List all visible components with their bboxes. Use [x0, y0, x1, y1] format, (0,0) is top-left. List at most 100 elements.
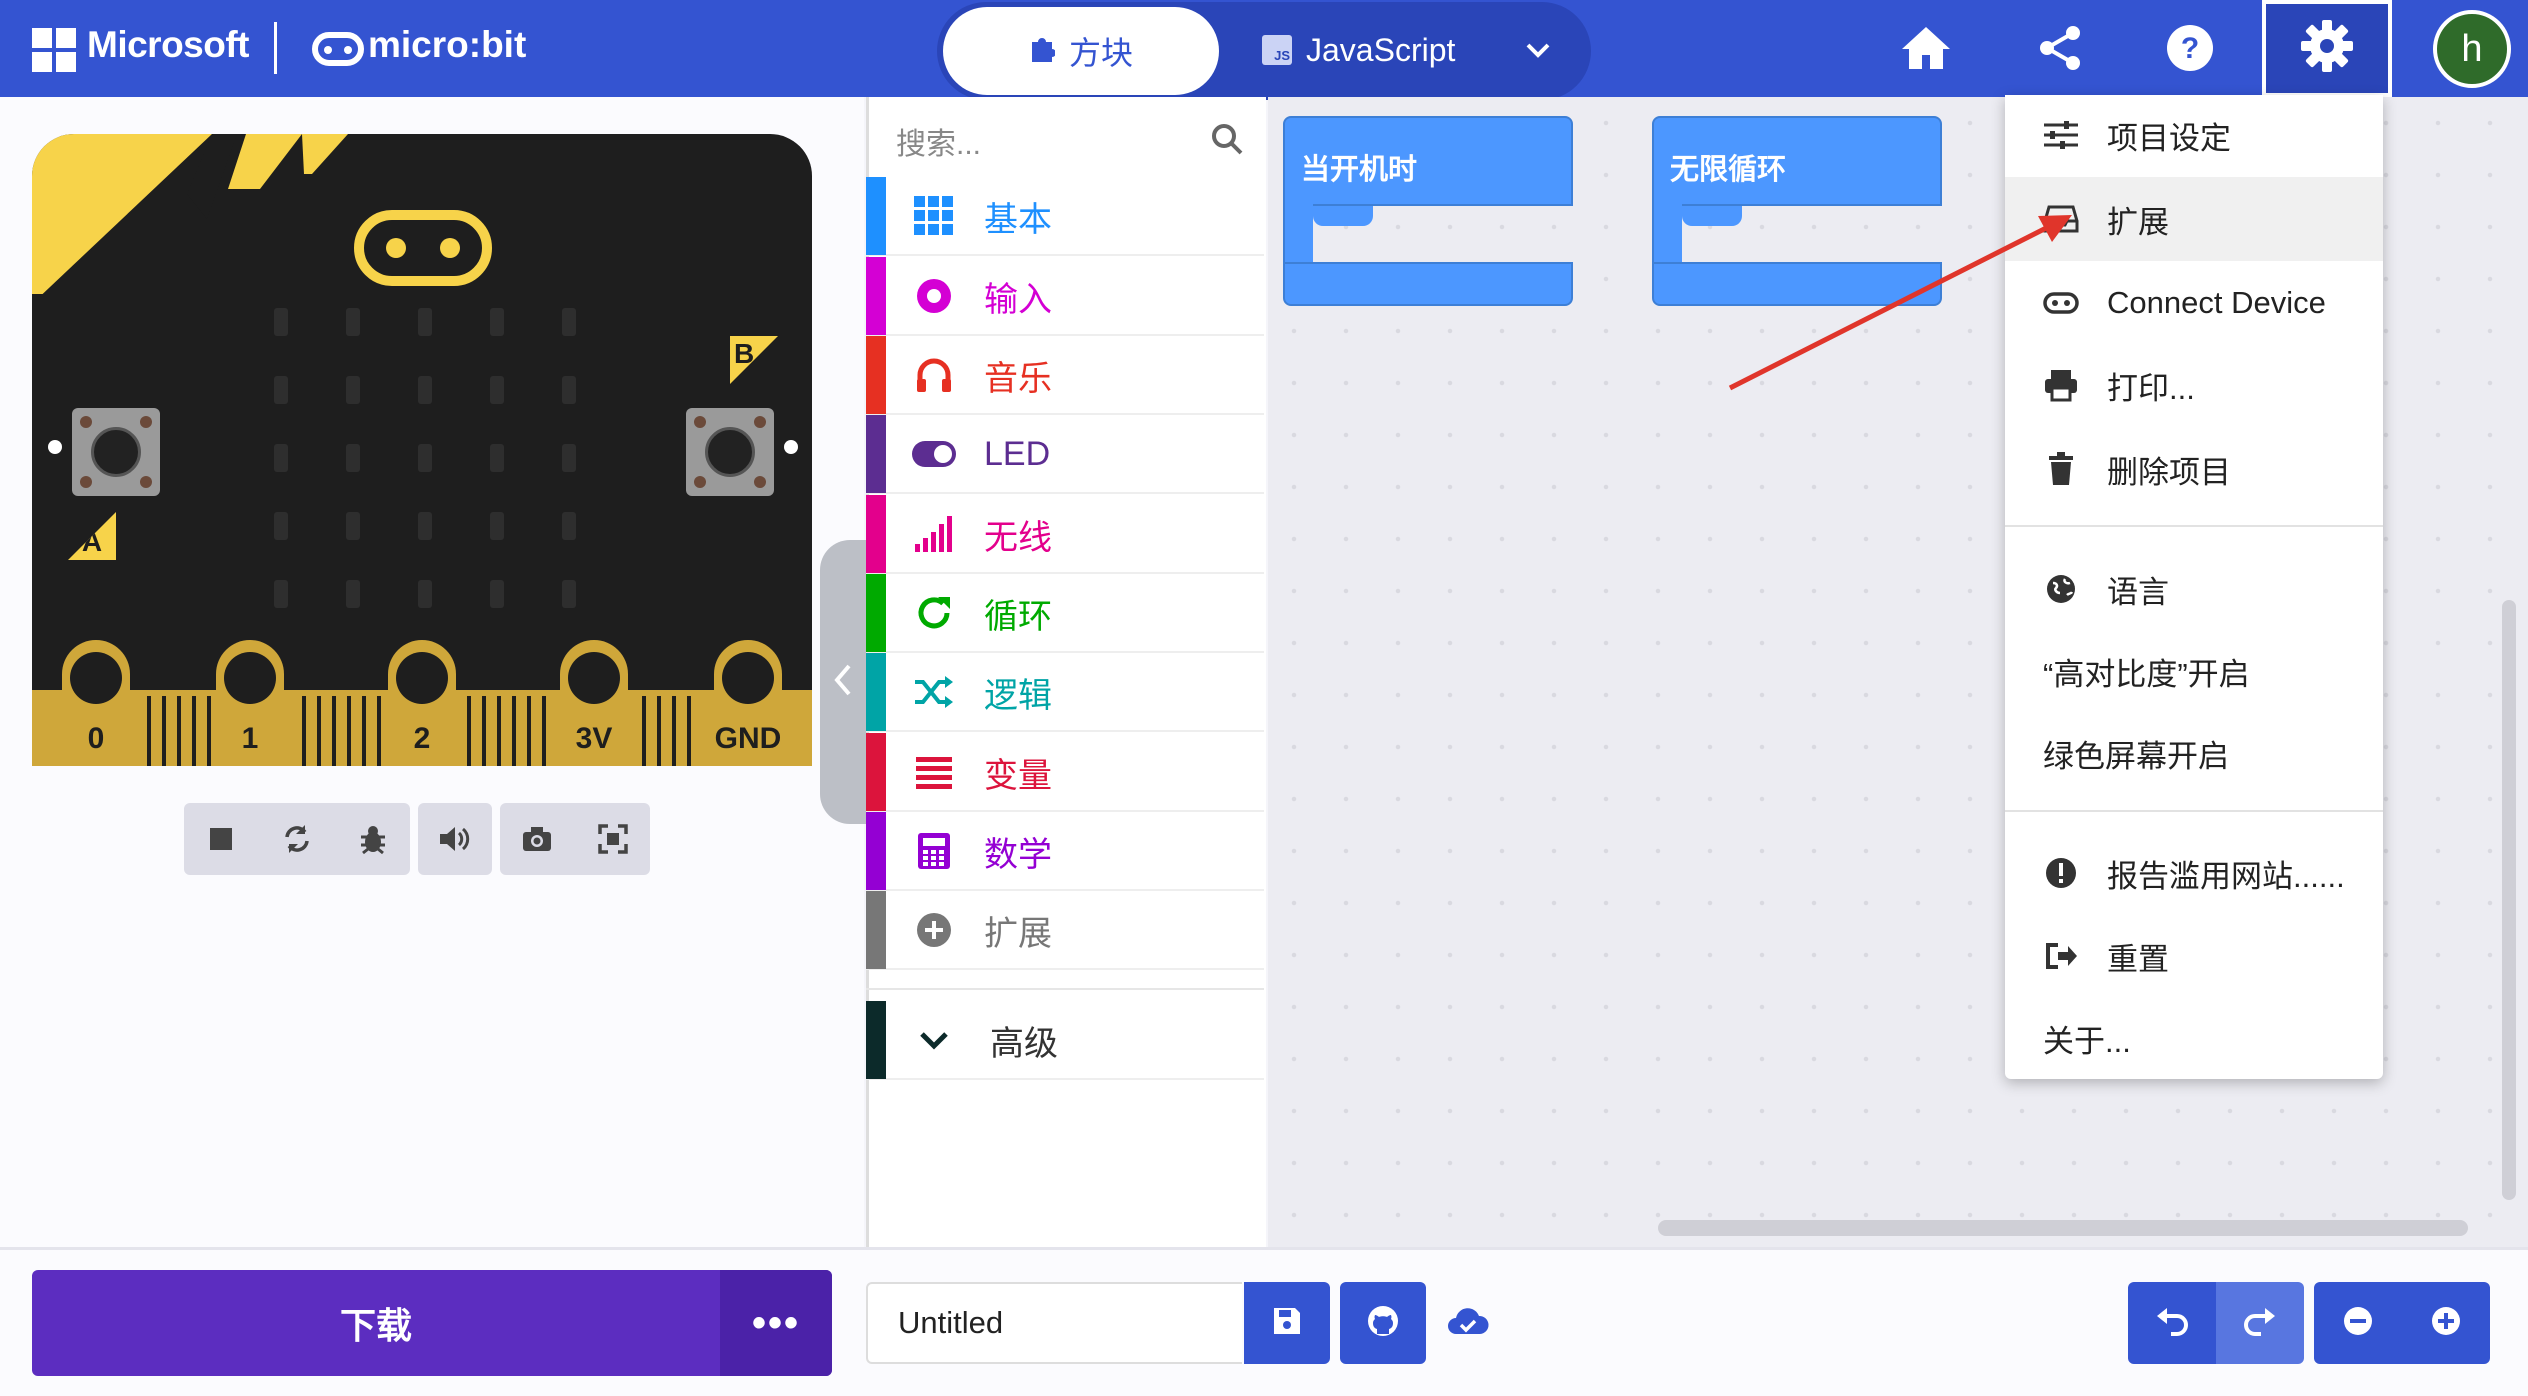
led-cell: [490, 580, 504, 608]
toolbox-category[interactable]: 基本: [866, 177, 1264, 256]
sim-controls-group: [184, 803, 410, 875]
toolbox-category-label: 循环: [984, 597, 1052, 636]
led-cell: [562, 580, 576, 608]
download-button-group: 下载 •••: [32, 1270, 832, 1376]
brand-name: Microsoft: [87, 24, 250, 65]
category-color-bar: [866, 812, 886, 890]
toolbox-category[interactable]: 无线: [866, 495, 1264, 574]
plus-circle-icon: [908, 904, 960, 956]
pin-3v[interactable]: 3V: [560, 640, 628, 766]
toolbox-category-label: 数学: [984, 835, 1052, 874]
simulator-toolbar: [184, 803, 650, 875]
toolbox-category-label: LED: [984, 434, 1051, 473]
menu-item-delete-project[interactable]: 删除项目: [2005, 428, 2383, 510]
category-color-bar: [866, 257, 886, 335]
menu-item-language[interactable]: 语言: [2005, 548, 2383, 630]
download-more-button[interactable]: •••: [720, 1270, 832, 1376]
toolbox-category[interactable]: 输入: [866, 257, 1264, 336]
cloud-sync-icon[interactable]: [1446, 1302, 1490, 1346]
vertical-scrollbar[interactable]: [2502, 600, 2516, 1200]
sliders-icon: [2041, 115, 2081, 155]
led-cell: [418, 376, 432, 404]
toolbox-search[interactable]: 搜索...: [866, 105, 1266, 177]
undo-icon: [2155, 1306, 2189, 1341]
sim-view-group: [500, 803, 650, 875]
camera-icon[interactable]: [510, 812, 564, 866]
block-on-start[interactable]: 当开机时: [1283, 116, 1573, 306]
chevron-down-icon: [908, 1014, 960, 1066]
restart-icon[interactable]: [270, 812, 324, 866]
avatar[interactable]: h: [2433, 10, 2511, 88]
minus-icon: [2342, 1305, 2374, 1342]
horizontal-scrollbar[interactable]: [1658, 1220, 2468, 1236]
toolbox-category[interactable]: 扩展: [866, 891, 1264, 970]
led-cell: [346, 308, 360, 336]
toolbox-category[interactable]: 逻辑: [866, 653, 1264, 732]
category-color-bar: [866, 415, 886, 493]
settings-button[interactable]: [2262, 0, 2392, 97]
save-button[interactable]: [1244, 1282, 1330, 1364]
category-color-bar: [866, 574, 886, 652]
headphones-icon: [908, 349, 960, 401]
fullscreen-icon[interactable]: [586, 812, 640, 866]
category-color-bar: [866, 733, 886, 811]
pin-0[interactable]: 0: [62, 640, 130, 766]
pin-gnd[interactable]: GND: [714, 640, 782, 766]
volume-icon[interactable]: [428, 812, 482, 866]
led-cell: [346, 444, 360, 472]
menu-item-report-abuse[interactable]: 报告滥用网站......: [2005, 832, 2383, 914]
toolbox-category[interactable]: LED: [866, 415, 1264, 494]
menu-separator: [2005, 525, 2383, 527]
toolbox-category-label: 变量: [984, 756, 1052, 795]
toolbox-advanced[interactable]: 高级: [866, 1001, 1264, 1080]
led-cell: [418, 444, 432, 472]
download-button[interactable]: 下载: [32, 1270, 720, 1376]
search-input[interactable]: 搜索...: [896, 119, 981, 163]
chevron-down-icon[interactable]: [1518, 30, 1558, 70]
undo-button[interactable]: [2128, 1282, 2216, 1364]
led-cell: [490, 512, 504, 540]
zoom-in-button[interactable]: [2402, 1282, 2490, 1364]
debug-icon[interactable]: [346, 812, 400, 866]
tab-blocks[interactable]: 方块: [943, 7, 1219, 95]
menu-separator: [2005, 810, 2383, 812]
toolbox-category[interactable]: 变量: [866, 733, 1264, 812]
toolbox-category[interactable]: 音乐: [866, 336, 1264, 415]
menu-item-reset[interactable]: 重置: [2005, 915, 2383, 997]
menu-item-project-settings[interactable]: 项目设定: [2005, 94, 2383, 176]
block-on-start-label: 当开机时: [1301, 154, 1418, 186]
share-button[interactable]: [2020, 10, 2100, 90]
javascript-icon: JS: [1262, 35, 1292, 65]
github-button[interactable]: [1340, 1282, 1426, 1364]
calculator-icon: [908, 825, 960, 877]
help-button[interactable]: ?: [2150, 10, 2230, 90]
collapse-simulator-button[interactable]: [820, 540, 866, 824]
shuffle-icon: [908, 666, 960, 718]
project-name-input[interactable]: [866, 1282, 1242, 1364]
led-cell: [418, 308, 432, 336]
button-a[interactable]: [72, 408, 160, 496]
home-button[interactable]: [1886, 10, 1966, 90]
button-b[interactable]: [686, 408, 774, 496]
toolbox-category-label: 音乐: [984, 359, 1052, 398]
led-cell: [418, 580, 432, 608]
toggle-icon: [908, 428, 960, 480]
microbit-logo-touch[interactable]: [354, 210, 492, 286]
menu-item-high-contrast[interactable]: “高对比度”开启: [2005, 630, 2383, 712]
pin-1[interactable]: 1: [216, 640, 284, 766]
toolbox-category[interactable]: 数学: [866, 812, 1264, 891]
menu-item-green-screen[interactable]: 绿色屏幕开启: [2005, 712, 2383, 794]
toolbox-category[interactable]: 循环: [866, 574, 1264, 653]
led-cell: [490, 308, 504, 336]
menu-item-about[interactable]: 关于...: [2005, 997, 2383, 1079]
redo-button[interactable]: [2216, 1282, 2304, 1364]
redo-icon: [2243, 1306, 2277, 1341]
tab-javascript[interactable]: JS JavaScript: [1262, 22, 1455, 78]
toolbox-category-label: 基本: [984, 200, 1052, 239]
stop-icon[interactable]: [194, 812, 248, 866]
pin-2[interactable]: 2: [388, 640, 456, 766]
search-icon[interactable]: [1210, 122, 1244, 161]
product-name: micro:bit: [368, 24, 527, 65]
tab-blocks-label: 方块: [1068, 35, 1133, 71]
zoom-out-button[interactable]: [2314, 1282, 2402, 1364]
